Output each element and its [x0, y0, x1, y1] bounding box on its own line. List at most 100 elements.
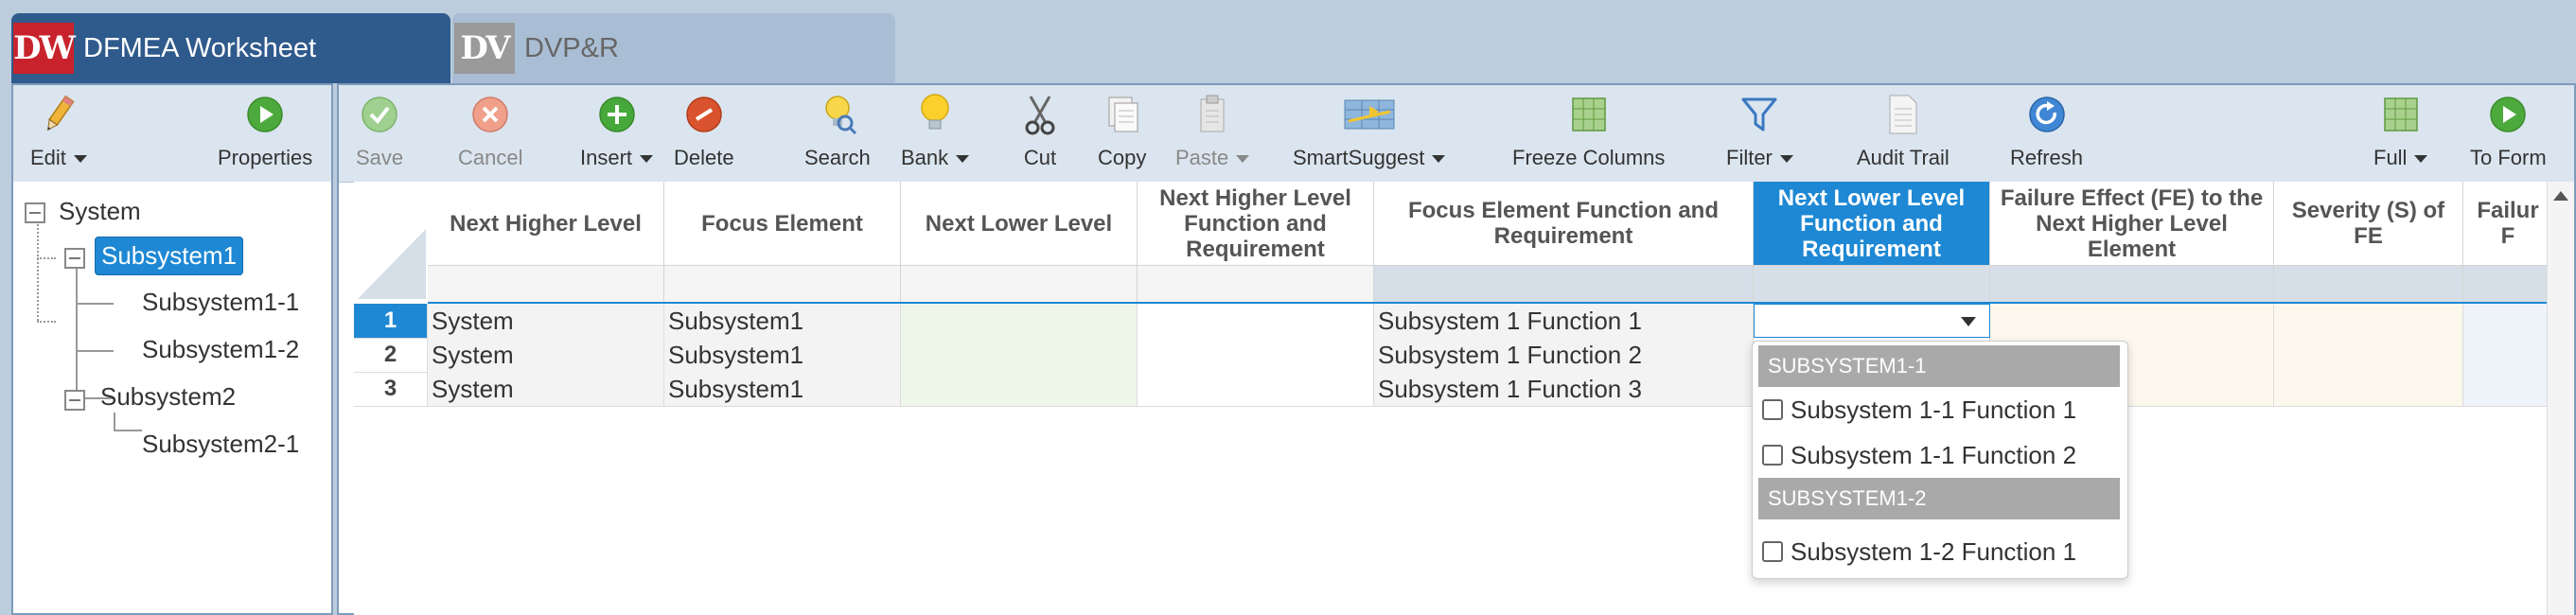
tree-line — [37, 212, 39, 321]
cell-next-higher-level[interactable]: System — [428, 304, 664, 338]
table-row[interactable]: 1 System Subsystem1 Subsystem 1 Function… — [354, 304, 2553, 339]
option-label: Subsystem 1-1 Function 2 — [1791, 440, 2077, 469]
grid-corner — [354, 182, 429, 301]
tree-node-subsystem2-1[interactable]: Subsystem2-1 — [142, 430, 299, 459]
checkbox-icon[interactable] — [1762, 399, 1783, 420]
search-label: Search — [804, 146, 871, 169]
header-failure-mode-partial[interactable]: Failur F — [2463, 182, 2553, 265]
cell-fe-function[interactable]: Subsystem 1 Function 2 — [1374, 338, 1754, 372]
save-button[interactable]: Save — [356, 93, 403, 178]
filter-cell[interactable] — [664, 266, 901, 302]
cell-focus-element[interactable]: Subsystem1 — [664, 372, 901, 406]
cut-label: Cut — [1023, 146, 1057, 169]
cell-focus-element[interactable]: Subsystem1 — [664, 304, 901, 338]
tree-node-subsystem1-1[interactable]: Subsystem1-1 — [142, 288, 299, 317]
tree-node-subsystem2[interactable]: Subsystem2 — [100, 382, 236, 412]
nll-function-editor[interactable] — [1754, 304, 1990, 338]
cell-next-lower-level[interactable] — [901, 372, 1138, 406]
collapse-icon[interactable] — [64, 390, 85, 411]
cut-button[interactable]: Cut — [1018, 93, 1062, 178]
cell-fe-function[interactable]: Subsystem 1 Function 1 — [1374, 304, 1754, 338]
filter-button[interactable]: Filter — [1726, 93, 1793, 178]
filter-cell[interactable] — [901, 266, 1138, 302]
play-arrow-icon — [2486, 93, 2530, 136]
to-form-button[interactable]: To Form — [2470, 93, 2547, 178]
delete-button[interactable]: Delete — [674, 93, 734, 178]
smartsuggest-label: SmartSuggest — [1293, 146, 1425, 169]
header-nll-function[interactable]: Next Lower Level Function and Requiremen… — [1754, 182, 1990, 265]
cell-fe-function[interactable]: Subsystem 1 Function 3 — [1374, 372, 1754, 406]
filter-cell[interactable] — [1374, 266, 1754, 302]
filter-cell[interactable] — [1990, 266, 2274, 302]
header-next-higher-level[interactable]: Next Higher Level — [428, 182, 664, 265]
option-label: Subsystem 1-1 Function 1 — [1791, 395, 2077, 424]
collapse-icon[interactable] — [64, 248, 85, 269]
cell-next-lower-level[interactable] — [901, 304, 1138, 338]
cell-failure-mode[interactable] — [2463, 372, 2553, 406]
checkbox-icon[interactable] — [1762, 445, 1783, 466]
chevron-down-icon — [73, 155, 87, 164]
refresh-button[interactable]: Refresh — [2010, 93, 2083, 178]
cell-nhl-function[interactable] — [1138, 338, 1374, 372]
tab-dvpr[interactable]: DV DVP&R — [452, 13, 895, 83]
delete-label: Delete — [674, 146, 734, 169]
copy-button[interactable]: Copy — [1098, 93, 1146, 178]
header-failure-effect[interactable]: Failure Effect (FE) to the Next Higher L… — [1990, 182, 2274, 265]
cell-next-higher-level[interactable]: System — [428, 338, 664, 372]
checkbox-icon[interactable] — [1762, 541, 1783, 562]
cell-failure-mode[interactable] — [2463, 304, 2553, 338]
row-number: 1 — [354, 304, 428, 338]
cell-failure-mode[interactable] — [2463, 338, 2553, 372]
tree-node-subsystem1[interactable]: Subsystem1 — [95, 237, 244, 275]
cell-severity[interactable] — [2274, 338, 2463, 372]
filter-cell[interactable] — [1138, 266, 1374, 302]
table-row[interactable]: 2 System Subsystem1 Subsystem 1 Function… — [354, 338, 2553, 373]
cell-nhl-function[interactable] — [1138, 304, 1374, 338]
properties-button[interactable]: Properties — [218, 93, 312, 178]
search-button[interactable]: Search — [804, 93, 871, 178]
cell-severity[interactable] — [2274, 372, 2463, 406]
cancel-button[interactable]: Cancel — [458, 93, 522, 178]
header-next-lower-level[interactable]: Next Lower Level — [901, 182, 1138, 265]
filter-cell[interactable] — [428, 266, 664, 302]
dropdown-arrow-icon — [1961, 317, 1976, 326]
tab-dfmea-worksheet[interactable]: DW DFMEA Worksheet — [11, 13, 450, 83]
paste-button[interactable]: Paste — [1175, 93, 1250, 178]
filter-cell[interactable] — [1754, 266, 1990, 302]
tree-node-system[interactable]: System — [59, 197, 141, 226]
header-nhl-function[interactable]: Next Higher Level Function and Requireme… — [1138, 182, 1374, 265]
header-focus-element[interactable]: Focus Element — [664, 182, 901, 265]
cell-next-lower-level[interactable] — [901, 338, 1138, 372]
vertical-scrollbar[interactable] — [2547, 182, 2574, 615]
tab-label: DVP&R — [524, 32, 619, 63]
row-number: 2 — [354, 338, 428, 372]
smartsuggest-button[interactable]: SmartSuggest — [1293, 93, 1446, 178]
tree-line — [76, 350, 114, 352]
freeze-columns-button[interactable]: Freeze Columns — [1512, 93, 1665, 178]
full-button[interactable]: Full — [2373, 93, 2428, 178]
tree-node-subsystem1-2[interactable]: Subsystem1-2 — [142, 335, 299, 364]
main-toolbar: Save Cancel Insert Delete Search Bank Cu… — [339, 85, 2574, 183]
cell-failure-effect[interactable] — [1990, 304, 2274, 338]
dropdown-option[interactable]: Subsystem 1-1 Function 2 — [1762, 436, 2076, 474]
insert-button[interactable]: Insert — [580, 93, 654, 178]
filter-cell[interactable] — [2274, 266, 2463, 302]
bank-label: Bank — [901, 146, 949, 169]
cell-nhl-function[interactable] — [1138, 372, 1374, 406]
header-fe-function[interactable]: Focus Element Function and Requirement — [1374, 182, 1754, 265]
dropdown-option[interactable]: Subsystem 1-2 Function 1 — [1762, 533, 2076, 571]
dropdown-group-subsystem1-1: SUBSYSTEM1-1 — [1758, 345, 2120, 387]
filter-cell[interactable] — [2463, 266, 2553, 302]
edit-button[interactable]: Edit — [30, 93, 87, 178]
cell-focus-element[interactable]: Subsystem1 — [664, 338, 901, 372]
header-severity[interactable]: Severity (S) of FE — [2274, 182, 2463, 265]
bank-button[interactable]: Bank — [901, 93, 970, 178]
table-row[interactable]: 3 System Subsystem1 Subsystem 1 Function… — [354, 372, 2553, 407]
collapse-icon[interactable] — [25, 202, 45, 223]
tree-line — [76, 331, 78, 397]
cell-next-higher-level[interactable]: System — [428, 372, 664, 406]
audit-trail-button[interactable]: Audit Trail — [1857, 93, 1950, 178]
to-form-label: To Form — [2470, 146, 2547, 169]
dropdown-option[interactable]: Subsystem 1-1 Function 1 — [1762, 391, 2076, 429]
cell-severity[interactable] — [2274, 304, 2463, 338]
